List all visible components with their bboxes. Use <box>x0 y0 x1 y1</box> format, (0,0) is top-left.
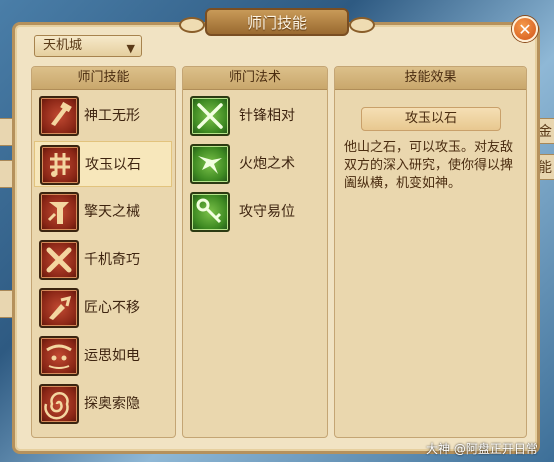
effect-column: 技能效果 攻玉以石 他山之石，可以攻玉。对友敌双方的深入研究，使你得以捭阖纵横，… <box>334 66 527 438</box>
window-title: 师门技能 <box>179 8 375 36</box>
art-label: 针锋相对 <box>239 108 295 124</box>
effect-column-header: 技能效果 <box>335 67 526 90</box>
skill-item-jiangxin[interactable]: 匠心不移 <box>34 285 172 331</box>
thought-face-icon <box>39 336 79 376</box>
art-label: 火炮之术 <box>239 156 295 172</box>
art-label: 攻守易位 <box>239 204 295 220</box>
skill-label: 擎天之械 <box>84 204 140 220</box>
craft-hammer-icon <box>39 96 79 136</box>
art-item-gongshou[interactable]: 攻守易位 <box>185 189 325 235</box>
chisel-icon <box>39 288 79 328</box>
skills-column-header: 师门技能 <box>32 67 175 90</box>
crossed-tools-icon <box>39 240 79 280</box>
skill-item-gongyu[interactable]: 攻玉以石 <box>34 141 172 187</box>
skill-item-yunsi[interactable]: 运思如电 <box>34 333 172 379</box>
cannon-beast-icon <box>190 144 230 184</box>
skill-label: 运思如电 <box>84 348 140 364</box>
pillar-mechanism-icon <box>39 192 79 232</box>
skills-panel: 天机城 ▼ 师门技能 神工无形 攻玉以石 擎天之械 千机奇巧 匠心不移 运思如电… <box>12 22 540 454</box>
arts-column-header: 师门法术 <box>183 67 327 90</box>
swap-key-icon <box>190 192 230 232</box>
skill-label: 攻玉以石 <box>85 157 141 173</box>
watermark: 大神 @阿盘正开日常 <box>426 442 538 456</box>
skill-item-qingtian[interactable]: 擎天之械 <box>34 189 172 235</box>
skill-label: 千机奇巧 <box>84 252 140 268</box>
effect-skill-name: 攻玉以石 <box>361 107 501 131</box>
chevron-down-icon: ▼ <box>126 42 135 55</box>
jade-stone-icon <box>40 145 80 185</box>
skill-label: 神工无形 <box>84 108 140 124</box>
skill-label: 探奥索隐 <box>84 396 140 412</box>
effect-description: 他山之石，可以攻玉。对友敌双方的深入研究，使你得以捭阖纵横，机变如神。 <box>344 140 514 191</box>
skills-column: 师门技能 神工无形 攻玉以石 擎天之械 千机奇巧 匠心不移 运思如电 探奥索隐 <box>31 66 176 438</box>
faction-value: 天机城 <box>43 38 83 53</box>
art-item-zhenfeng[interactable]: 针锋相对 <box>185 93 325 139</box>
spiral-vortex-icon <box>39 384 79 424</box>
close-button[interactable]: ✕ <box>512 16 538 42</box>
skill-label: 匠心不移 <box>84 300 140 316</box>
skill-item-qianji[interactable]: 千机奇巧 <box>34 237 172 283</box>
skill-item-tanao[interactable]: 探奥索隐 <box>34 381 172 427</box>
faction-dropdown[interactable]: 天机城 ▼ <box>34 35 142 57</box>
art-item-huopao[interactable]: 火炮之术 <box>185 141 325 187</box>
skill-item-shengong[interactable]: 神工无形 <box>34 93 172 139</box>
arts-column: 师门法术 针锋相对 火炮之术 攻守易位 <box>182 66 328 438</box>
crossed-needles-icon <box>190 96 230 136</box>
